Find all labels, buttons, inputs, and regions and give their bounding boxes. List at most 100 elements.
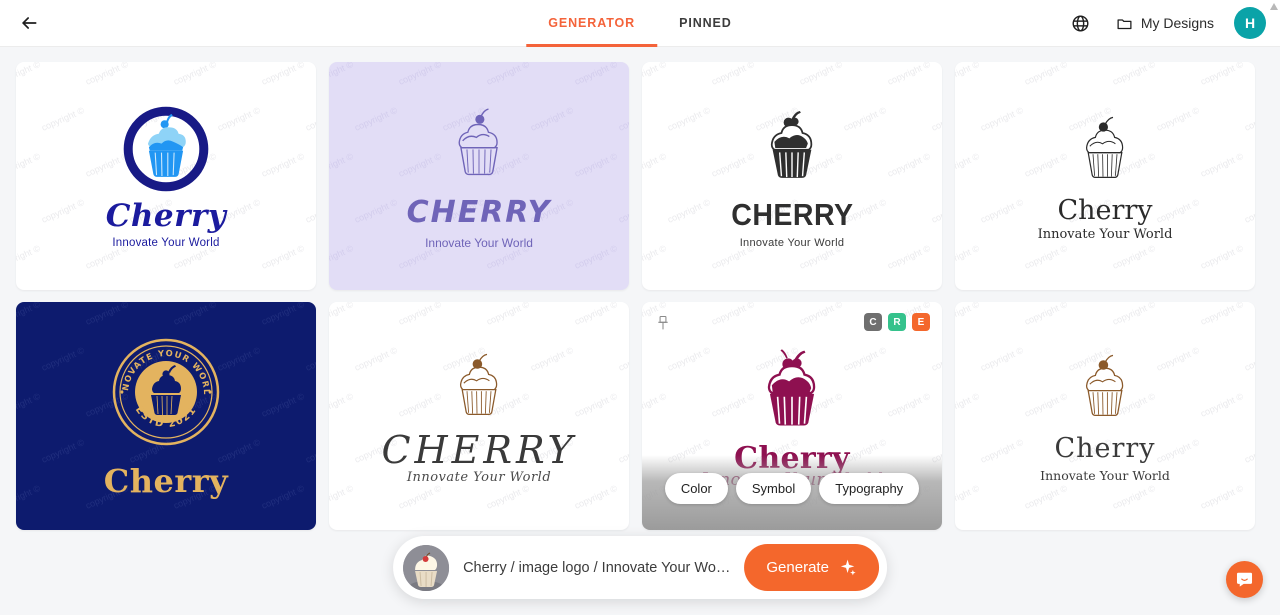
logo-preview: INNOVATE YOUR WORLD ESTD 2021: [102, 324, 228, 500]
logo-preview: Cherry Innovate Your World: [106, 104, 227, 249]
watermark-text: copyright ©: [441, 529, 487, 530]
cupcake-circle-icon: [121, 104, 211, 194]
watermark-text: copyright ©: [329, 483, 355, 511]
watermark-text: copyright ©: [1243, 529, 1255, 530]
watermark-text: copyright ©: [978, 197, 1025, 225]
watermark-text: copyright ©: [955, 151, 981, 179]
watermark-text: copyright ©: [16, 243, 42, 271]
scrollbar-up-arrow[interactable]: [1269, 2, 1279, 12]
typography-button[interactable]: Typography: [819, 473, 920, 504]
edit-badge[interactable]: E: [912, 313, 930, 331]
watermark-text: copyright ©: [128, 529, 174, 530]
folder-icon: [1117, 18, 1132, 29]
logo-brand-text: Cherry: [1057, 194, 1153, 226]
watermark-text: copyright ©: [929, 197, 942, 225]
resize-badge[interactable]: R: [888, 313, 906, 331]
logo-generator-app: GENERATOR PINNED My Designs H copyright …: [0, 0, 1280, 615]
avatar-initial: H: [1244, 15, 1256, 31]
watermark-text: copyright ©: [842, 289, 888, 290]
watermark-text: copyright ©: [1198, 302, 1245, 327]
watermark-text: copyright ©: [1110, 62, 1157, 87]
logo-preview: CHERRY Innovate Your World: [381, 348, 576, 485]
watermark-text: copyright ©: [978, 345, 1025, 373]
watermark-text: copyright ©: [642, 391, 668, 419]
pin-button[interactable]: [656, 315, 670, 337]
logo-card-4[interactable]: copyright © copyright © copyright © copyrig…: [955, 62, 1255, 290]
cupcake-sketch-icon: [436, 103, 522, 189]
avatar[interactable]: H: [1234, 7, 1266, 39]
watermark-text: copyright ©: [259, 243, 306, 271]
logo-card-5[interactable]: copyright © copyright © copyright © copyrig…: [16, 302, 316, 530]
watermark-text: copyright ©: [529, 289, 575, 290]
watermark-text: copyright ©: [1110, 302, 1157, 327]
watermark-text: copyright ©: [955, 62, 981, 87]
prompt-input[interactable]: Cherry / image logo / Innovate Your Wo…: [463, 560, 730, 576]
watermark-text: copyright ©: [128, 289, 174, 290]
resize-badge-label: R: [893, 316, 901, 328]
watermark-text: copyright ©: [441, 289, 487, 290]
logo-tagline-text: Innovate Your World: [406, 469, 552, 485]
logo-brand-text: Cherry: [105, 197, 227, 234]
watermark-text: copyright ©: [1022, 483, 1069, 511]
watermark-text: copyright ©: [304, 289, 316, 290]
watermark-text: copyright ©: [1022, 62, 1069, 87]
watermark-text: copyright ©: [83, 62, 130, 87]
generate-button[interactable]: Generate: [744, 544, 879, 591]
watermark-text: copyright ©: [797, 62, 844, 87]
watermark-text: copyright ©: [171, 62, 218, 87]
logo-card-2[interactable]: copyright © copyright © copyright © copyrig…: [329, 62, 629, 290]
watermark-text: copyright ©: [1243, 289, 1255, 290]
card-badges: C R E: [864, 313, 930, 331]
watermark-text: copyright ©: [329, 62, 355, 87]
logo-card-1[interactable]: copyright © copyright © copyright © copyrig…: [16, 62, 316, 290]
symbol-button[interactable]: Symbol: [735, 473, 812, 504]
color-badge[interactable]: C: [864, 313, 882, 331]
watermark-text: copyright ©: [572, 151, 619, 179]
watermark-text: copyright ©: [572, 483, 619, 511]
logo-card-6[interactable]: copyright © copyright © copyright © copyrig…: [329, 302, 629, 530]
tab-generator[interactable]: GENERATOR: [526, 0, 657, 47]
logo-tagline-text: Innovate Your World: [112, 236, 220, 249]
logo-tagline-text: Innovate Your World: [739, 236, 845, 249]
cupcake-brown-serif-icon: [1065, 349, 1145, 429]
watermark-text: copyright ©: [930, 289, 942, 290]
watermark-text: copyright ©: [216, 529, 262, 530]
watermark-text: copyright ©: [1155, 289, 1201, 290]
watermark-text: copyright ©: [1242, 345, 1255, 373]
watermark-text: copyright ©: [955, 391, 981, 419]
watermark-text: copyright ©: [1110, 483, 1157, 511]
prompt-thumbnail[interactable]: [403, 544, 450, 591]
watermark-text: copyright ©: [979, 529, 1025, 530]
card-action-bar: Color Symbol Typography: [642, 455, 942, 530]
color-button[interactable]: Color: [664, 473, 728, 504]
watermark-text: copyright ©: [16, 151, 42, 179]
watermark-text: copyright ©: [1198, 151, 1245, 179]
my-designs-button[interactable]: My Designs: [1106, 9, 1224, 38]
watermark-text: copyright ©: [642, 243, 668, 271]
watermark-text: copyright ©: [665, 105, 712, 133]
watermark-text: copyright ©: [1067, 289, 1113, 290]
watermark-text: copyright ©: [484, 302, 531, 327]
watermark-text: copyright ©: [329, 302, 355, 327]
logo-card-7[interactable]: copyright © copyright © copyright © copyrig…: [642, 302, 942, 530]
arrow-left-icon: [22, 17, 37, 29]
tab-generator-label: GENERATOR: [548, 16, 636, 30]
watermark-text: copyright ©: [484, 62, 531, 87]
back-button[interactable]: [9, 3, 49, 43]
tab-pinned[interactable]: PINNED: [657, 0, 754, 47]
watermark-text: copyright ©: [978, 105, 1025, 133]
watermark-text: copyright ©: [1242, 437, 1255, 465]
watermark-text: copyright ©: [352, 197, 399, 225]
prompt-bar: Cherry / image logo / Innovate Your Wo… …: [393, 536, 887, 599]
watermark-text: copyright ©: [171, 302, 218, 327]
watermark-text: copyright ©: [1198, 243, 1245, 271]
language-button[interactable]: [1062, 4, 1100, 42]
chat-launcher-button[interactable]: [1226, 561, 1263, 598]
logo-tagline-text: Innovate Your World: [425, 235, 533, 250]
logo-card-8[interactable]: copyright © copyright © copyright © copyrig…: [955, 302, 1255, 530]
watermark-text: copyright ©: [797, 302, 844, 327]
watermark-text: copyright ©: [83, 302, 130, 327]
logo-card-3[interactable]: copyright © copyright © copyright © copyrig…: [642, 62, 942, 290]
watermark-text: copyright ©: [303, 105, 316, 133]
watermark-text: copyright ©: [396, 483, 443, 511]
